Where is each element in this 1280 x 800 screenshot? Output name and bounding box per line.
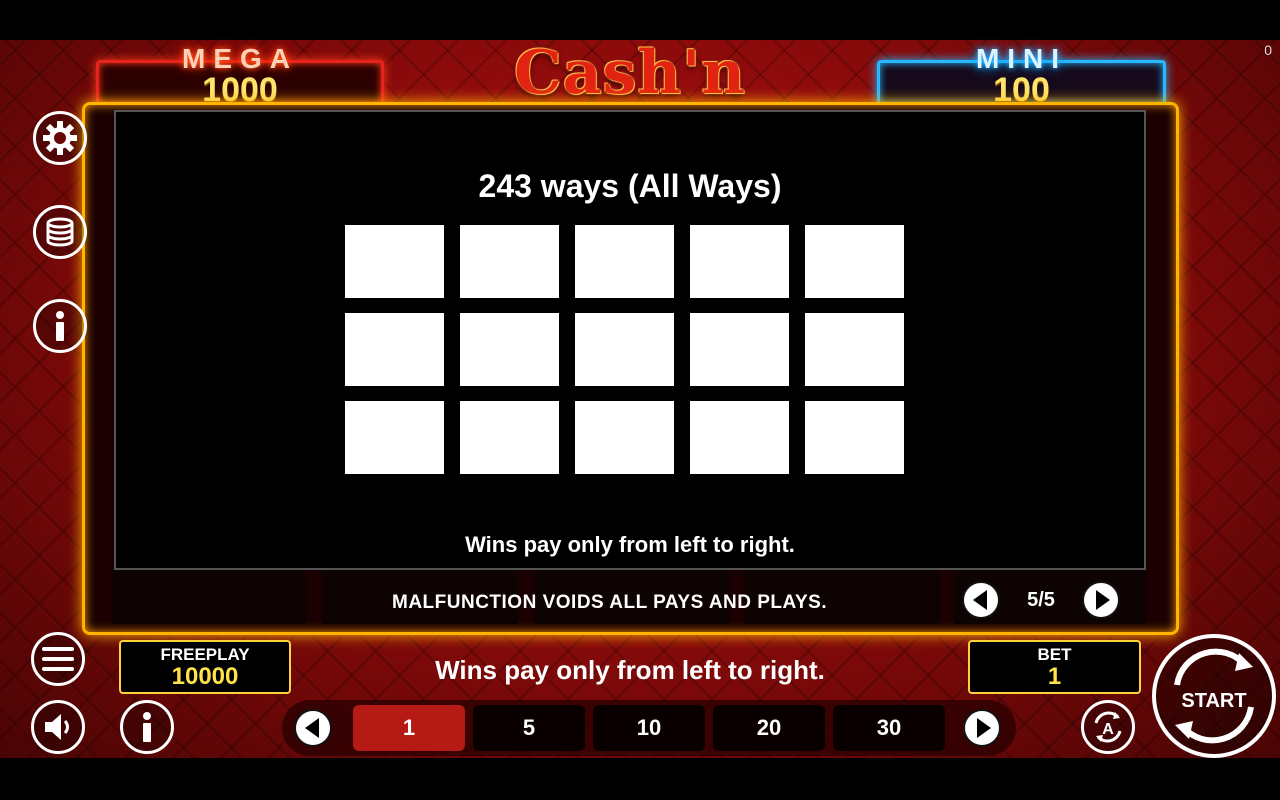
autoplay-button[interactable]: A [1081,700,1135,754]
bet-label: BET [1037,645,1072,664]
bet-option[interactable]: 10 [593,705,705,751]
ways-grid-cell [690,225,789,298]
ways-grid [345,225,905,475]
bet-option[interactable]: 30 [833,705,945,751]
ways-grid-cell [690,401,789,474]
freeplay-label: FREEPLAY [160,645,250,664]
bet-selector: 1 5 10 20 30 [282,700,1016,756]
coin-stack-icon [46,217,74,247]
bet-box: BET 1 [968,640,1141,694]
bet-decrease-button[interactable] [294,709,332,747]
gear-icon [43,121,77,155]
paytable-pager: 5/5 [962,581,1122,619]
arrow-left-icon [304,718,319,738]
settings-button[interactable] [33,111,87,165]
ways-grid-cell [460,401,559,474]
mini-jackpot: MINI 100 [877,43,1166,109]
paytable-title: 243 ways (All Ways) [478,168,782,204]
bet-option[interactable]: 5 [473,705,585,751]
ways-grid-cell [460,225,559,298]
paytable-note: Wins pay only from left to right. [465,532,795,557]
bottom-black-bar [0,758,1280,800]
svg-text:A: A [1102,721,1114,738]
paytable-panel: 243 ways (All Ways) Wins pay only from l… [114,110,1146,570]
ways-grid-cell [345,225,444,298]
menu-button[interactable] [31,632,85,686]
ways-grid-cell [460,313,559,386]
ways-grid-cell [805,313,904,386]
speaker-icon [45,714,69,740]
bet-increase-button[interactable] [963,709,1001,747]
help-button[interactable] [120,700,174,754]
status-message: Wins pay only from left to right. [435,655,825,685]
next-page-button[interactable] [1082,581,1120,619]
prev-page-button[interactable] [962,581,1000,619]
coins-button[interactable] [33,205,87,259]
ways-grid-cell [575,401,674,474]
autoplay-icon: A [1094,711,1122,743]
ways-grid-cell [575,225,674,298]
arrow-right-icon [976,718,991,738]
ways-grid-cell [690,313,789,386]
info-button[interactable] [33,299,87,353]
hamburger-menu-icon [42,647,74,671]
info-icon [143,712,151,742]
sound-button[interactable] [31,700,85,754]
freeplay-box: FREEPLAY 10000 [119,640,291,694]
freeplay-value: 10000 [171,663,239,690]
info-icon [56,311,64,341]
bet-value: 1 [1047,663,1062,690]
start-label: START [1181,690,1247,712]
ways-grid-cell [345,401,444,474]
arrow-left-icon [972,590,987,610]
page-indicator: 5/5 [1027,589,1055,611]
bet-option[interactable]: 1 [353,705,465,751]
mega-jackpot: MEGA 1000 [96,43,384,109]
start-button[interactable]: START [1152,634,1276,758]
ways-grid-cell [575,313,674,386]
corner-counter: 0 [1264,42,1272,58]
ways-grid-cell [805,401,904,474]
arrow-right-icon [1095,590,1110,610]
bet-option[interactable]: 20 [713,705,825,751]
ways-grid-cell [805,225,904,298]
ways-grid-cell [345,313,444,386]
